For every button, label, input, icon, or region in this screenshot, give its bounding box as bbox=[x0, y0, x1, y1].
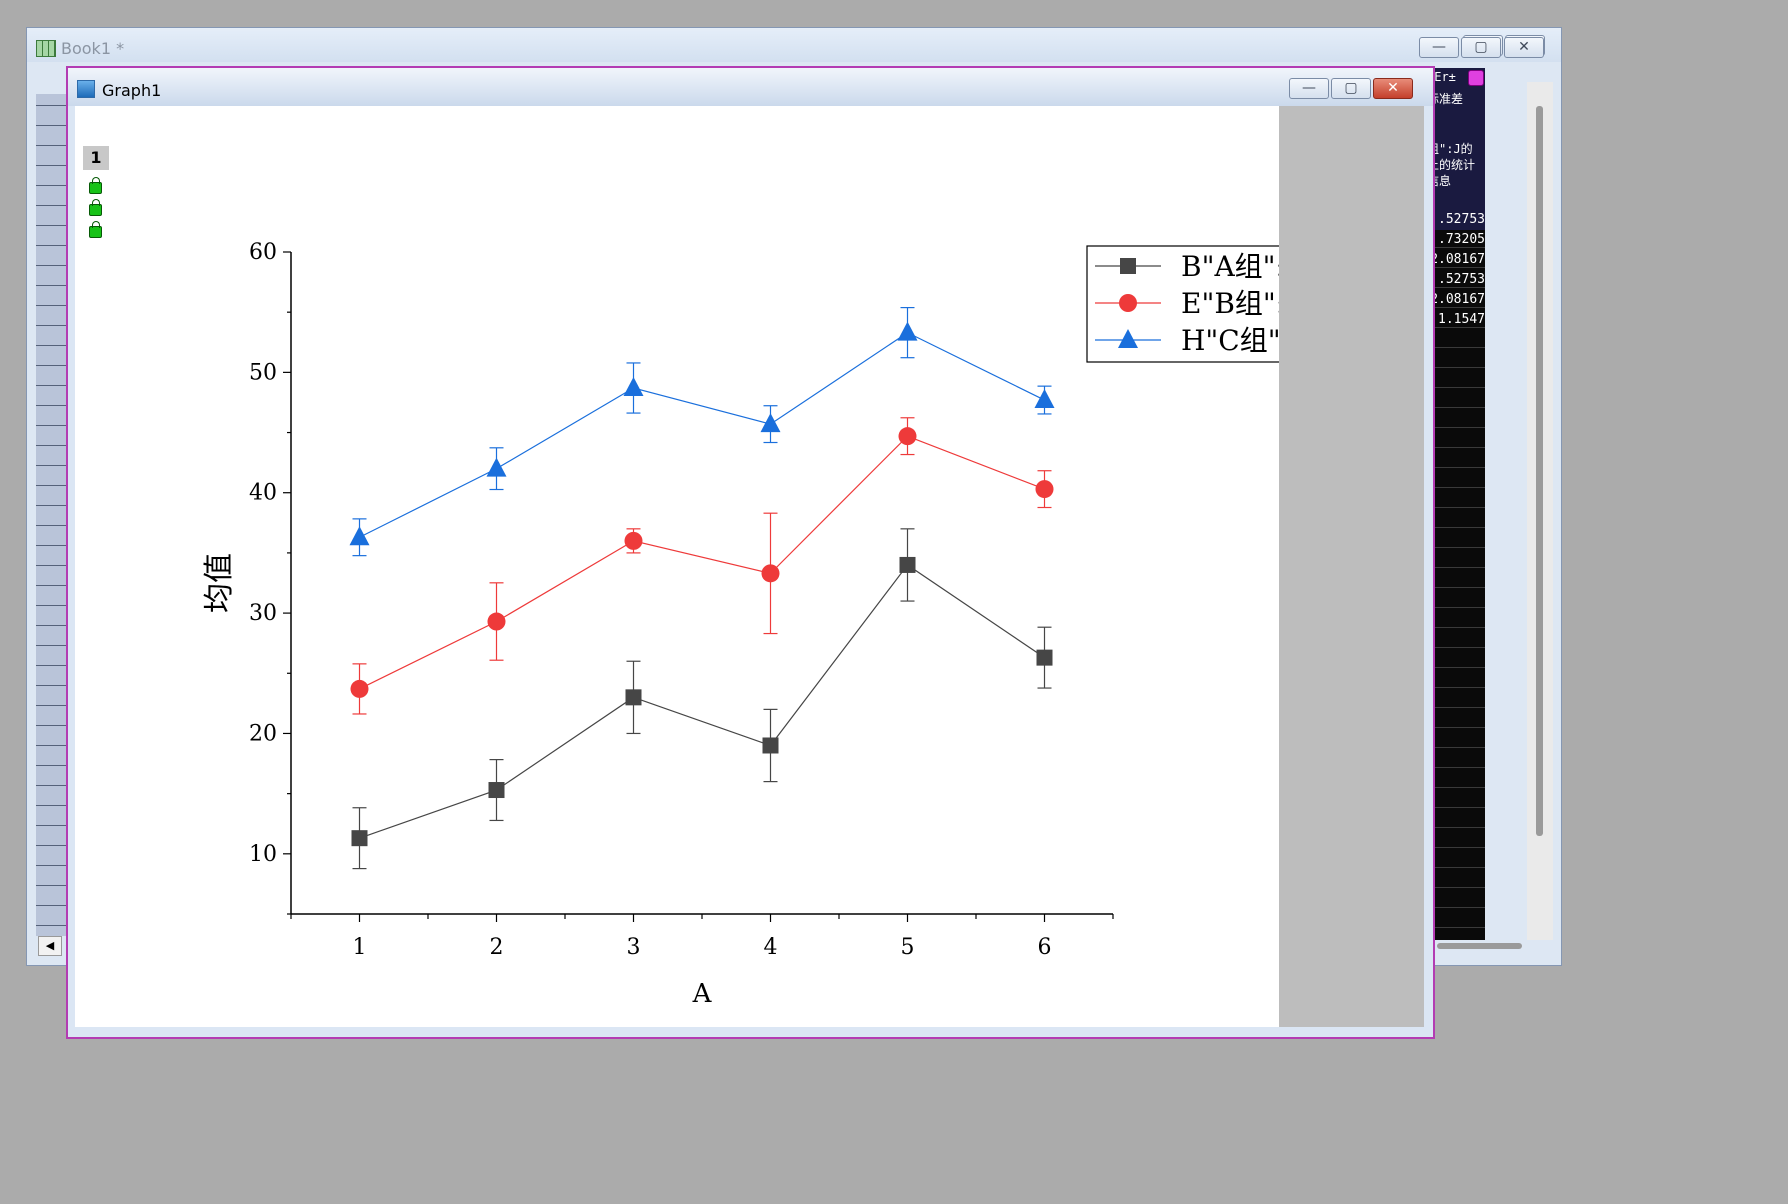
graph-page[interactable]: 1 102030405060123456A均值B"A组":D的行上的统计信E"B… bbox=[75, 106, 1279, 1027]
graph1-close-button[interactable]: ✕ bbox=[1373, 78, 1413, 99]
worksheet-icon bbox=[36, 40, 56, 57]
data-point bbox=[487, 612, 506, 631]
cell-value[interactable]: 2.08167 bbox=[1427, 292, 1485, 307]
data-point bbox=[761, 564, 780, 583]
y-tick-label: 50 bbox=[249, 360, 277, 385]
series-line bbox=[359, 435, 1045, 690]
y-axis-title: 均值 bbox=[202, 553, 237, 613]
graph1-window[interactable]: Graph1 — ▢ ✕ 1 10 20 30 40 50 60 1 2 3 4 5 6 A 均值 B"A组… bbox=[66, 66, 1435, 1039]
corner-cell[interactable] bbox=[36, 66, 67, 94]
data-point bbox=[625, 689, 642, 706]
x-tick-label: 3 bbox=[627, 935, 641, 960]
cell-value[interactable]: .52753 bbox=[1427, 272, 1485, 287]
page-margin bbox=[1279, 106, 1424, 1027]
data-point bbox=[624, 531, 643, 550]
column-comment-line3: 信息 bbox=[1427, 174, 1452, 188]
window-bottom-border bbox=[75, 1027, 1423, 1035]
data-point bbox=[1036, 649, 1053, 666]
column-comment-line1: 组":J的 bbox=[1427, 142, 1473, 156]
chart-svg[interactable]: 10 20 30 40 50 60 1 2 3 4 5 6 A 均值 B"A组":D的行上的统计信 E"B组"… bbox=[75, 106, 1279, 1027]
cell-value[interactable]: .52753 bbox=[1427, 212, 1485, 227]
legend-marker bbox=[1120, 258, 1136, 274]
scroll-left-arrow-icon[interactable]: ◀ bbox=[38, 936, 62, 956]
y-tick-label: 30 bbox=[249, 601, 277, 626]
data-point bbox=[898, 427, 917, 446]
data-point bbox=[897, 321, 918, 341]
x-tick-label: 4 bbox=[764, 935, 778, 960]
data-point bbox=[762, 737, 779, 754]
legend-label: B"A组":D的行上的统计信 bbox=[1181, 250, 1279, 283]
graph1-titlebar[interactable]: Graph1 — ▢ ✕ bbox=[68, 68, 1433, 106]
column-lock-icon[interactable] bbox=[1468, 70, 1484, 86]
legend-marker bbox=[1119, 294, 1137, 312]
series-1 bbox=[352, 528, 1052, 870]
graph1-title: Graph1 bbox=[102, 81, 162, 100]
y-tick-label: 60 bbox=[249, 240, 277, 265]
x-tick-label: 1 bbox=[353, 935, 367, 960]
series-line bbox=[359, 331, 1045, 538]
series-3 bbox=[352, 306, 1052, 557]
vertical-scrollbar[interactable] bbox=[1527, 82, 1553, 940]
x-axis-title: A bbox=[692, 979, 713, 1009]
row-header-column[interactable] bbox=[36, 66, 68, 936]
graph1-minimize-button[interactable]: — bbox=[1289, 78, 1329, 99]
series-2 bbox=[352, 417, 1052, 715]
book1-minimize-button-face[interactable]: — bbox=[1419, 37, 1459, 58]
selected-column-header[interactable]: yEr± 标准差 组":J的 上的统计 信息 bbox=[1427, 68, 1485, 230]
x-tick-label: 2 bbox=[490, 935, 504, 960]
data-point bbox=[623, 377, 644, 397]
graph-icon bbox=[77, 80, 95, 98]
graph1-maximize-button[interactable]: ▢ bbox=[1331, 78, 1371, 99]
data-point bbox=[486, 457, 507, 477]
legend-label: E"B组":G的行上的统计信 bbox=[1181, 287, 1279, 320]
book1-maximize-button-face[interactable]: ▢ bbox=[1461, 37, 1501, 58]
column-comment-line2: 上的统计 bbox=[1427, 158, 1476, 172]
x-tick-label: 6 bbox=[1038, 935, 1052, 960]
column-header-sd: 标准差 bbox=[1427, 92, 1464, 106]
data-point bbox=[349, 526, 370, 546]
cell-value[interactable]: .73205 bbox=[1427, 232, 1485, 247]
horizontal-scroll-thumb[interactable] bbox=[1437, 943, 1522, 949]
data-point bbox=[1034, 389, 1055, 409]
x-tick-label: 5 bbox=[901, 935, 915, 960]
data-point bbox=[899, 556, 916, 573]
book1-close-button[interactable]: ✕ bbox=[1504, 37, 1544, 58]
y-tick-label: 40 bbox=[249, 481, 277, 506]
series-line bbox=[359, 564, 1045, 839]
cell-value[interactable]: 1.1547 bbox=[1427, 312, 1485, 327]
book1-titlebar[interactable]: Book1 * — ▢ bbox=[27, 28, 1561, 62]
data-point bbox=[350, 679, 369, 698]
data-point bbox=[351, 830, 368, 847]
y-tick-label: 10 bbox=[249, 842, 277, 867]
y-tick-label: 20 bbox=[249, 721, 277, 746]
legend-label: H"C组":J的行上的统计信 bbox=[1181, 324, 1279, 357]
cell-value[interactable]: 2.08167 bbox=[1427, 252, 1485, 267]
data-point bbox=[1035, 480, 1054, 499]
data-point bbox=[488, 782, 505, 799]
vertical-scroll-thumb[interactable] bbox=[1536, 106, 1543, 836]
book1-title: Book1 * bbox=[61, 39, 125, 58]
